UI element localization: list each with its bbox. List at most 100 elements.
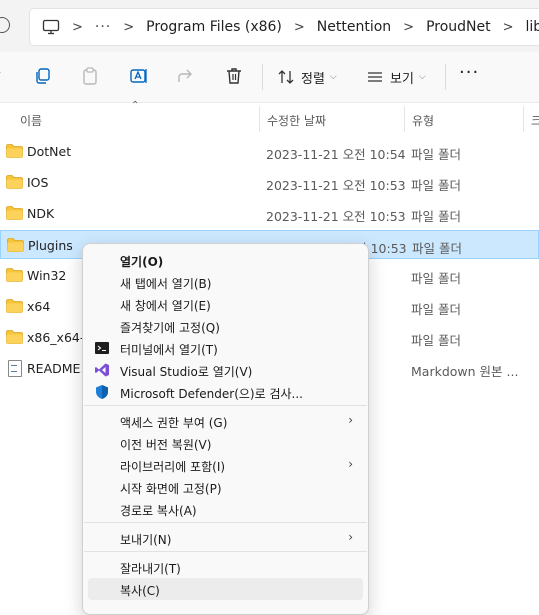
- folder-icon: [7, 238, 24, 252]
- breadcrumb-item[interactable]: Program Files (x86): [146, 19, 282, 35]
- terminal-icon: [95, 342, 109, 354]
- column-divider[interactable]: [404, 106, 405, 132]
- chevron-right-icon[interactable]: >: [123, 20, 134, 35]
- breadcrumb-item[interactable]: Nettention: [317, 19, 391, 35]
- visual-studio-icon: [95, 363, 109, 377]
- context-menu-item[interactable]: 열기(O): [88, 249, 363, 271]
- context-menu-item-label: 즐겨찾기에 고정(Q): [120, 321, 220, 335]
- context-menu-item[interactable]: 복사(C): [88, 578, 363, 600]
- chevron-right-icon[interactable]: >: [503, 20, 514, 35]
- delete-icon[interactable]: [224, 66, 246, 88]
- context-menu-item[interactable]: Visual Studio로 열기(V): [88, 359, 363, 381]
- context-menu-item[interactable]: 시작 화면에 고정(P): [88, 476, 363, 498]
- copy-icon[interactable]: [33, 66, 55, 88]
- file-type: Markdown 원본 ...: [411, 364, 519, 379]
- submenu-arrow-icon: ›: [348, 530, 353, 544]
- menu-separator: [84, 405, 367, 406]
- file-name: NDK: [27, 206, 55, 221]
- file-type: 파일 폴더: [411, 333, 461, 348]
- context-menu-item[interactable]: 잘라내기(T): [88, 556, 363, 578]
- submenu-arrow-icon: ›: [348, 457, 353, 471]
- rename-icon[interactable]: [129, 66, 151, 88]
- context-menu-item[interactable]: 경로로 복사(A): [88, 498, 363, 520]
- markdown-file-icon: [8, 360, 22, 377]
- toolbar-divider: [445, 64, 446, 90]
- chevron-right-icon[interactable]: >: [72, 20, 83, 35]
- breadcrumb-overflow[interactable]: ···: [95, 19, 111, 35]
- view-list-icon: [368, 72, 382, 82]
- toolbar-divider: [262, 64, 263, 90]
- title-area: > ··· > Program Files (x86) > Nettention…: [0, 0, 539, 52]
- file-type: 파일 폴더: [411, 302, 461, 317]
- file-row[interactable]: IOS 2023-11-21 오전 10:53 파일 폴더: [0, 168, 539, 197]
- defender-shield-icon: [96, 385, 108, 399]
- context-menu-item-label: 보내기(N): [120, 533, 172, 547]
- new-icon[interactable]: [0, 66, 10, 88]
- folder-icon: [6, 144, 23, 158]
- chevron-down-icon: ⌵: [329, 72, 337, 82]
- file-modified: 2023-11-21 오전 10:53: [266, 209, 406, 224]
- context-menu-item-label: 시작 화면에 고정(P): [120, 482, 222, 496]
- more-options-button[interactable]: ···: [459, 62, 479, 83]
- context-menu-item[interactable]: 액세스 권한 부여 (G) ›: [88, 410, 363, 432]
- sort-label: 정렬: [301, 71, 325, 87]
- breadcrumb-item[interactable]: ProudNet: [426, 19, 491, 35]
- context-menu: 열기(O) 새 탭에서 열기(B) 새 창에서 열기(E) 즐겨찾기에 고정(Q) 터미…: [82, 243, 369, 615]
- file-modified: 2023-11-21 오전 10:53: [266, 178, 406, 193]
- chevron-down-icon: ⌵: [418, 72, 426, 82]
- context-menu-item[interactable]: 터미널에서 열기(T): [88, 337, 363, 359]
- file-name: Win32: [27, 268, 67, 283]
- chevron-right-icon[interactable]: >: [294, 20, 305, 35]
- context-menu-item-label: 이전 버전 복원(V): [120, 438, 212, 452]
- column-header-name[interactable]: 이름: [20, 112, 42, 129]
- refresh-icon[interactable]: [0, 17, 10, 33]
- context-menu-item[interactable]: Microsoft Defender(으)로 검사...: [88, 381, 363, 403]
- file-type: 파일 폴더: [411, 147, 461, 162]
- paste-icon[interactable]: [80, 66, 102, 88]
- context-menu-item[interactable]: 새 탭에서 열기(B): [88, 271, 363, 293]
- context-menu-item-label: 잘라내기(T): [120, 562, 181, 576]
- column-header-type[interactable]: 유형: [412, 112, 434, 129]
- context-menu-item-label: 경로로 복사(A): [120, 504, 197, 518]
- file-row[interactable]: DotNet 2023-11-21 오전 10:54 파일 폴더: [0, 137, 539, 166]
- view-label: 보기: [390, 71, 414, 87]
- file-type: 파일 폴더: [411, 271, 461, 286]
- file-name: x64: [27, 299, 51, 314]
- file-type: 파일 폴더: [412, 241, 462, 256]
- sort-button[interactable]: 정렬 ⌵: [277, 66, 337, 88]
- context-menu-item-label: Visual Studio로 열기(V): [120, 365, 253, 379]
- context-menu-item[interactable]: 보내기(N) ›: [88, 527, 363, 549]
- context-menu-item[interactable]: 즐겨찾기에 고정(Q): [88, 315, 363, 337]
- file-modified: 2023-11-21 오전 10:54: [266, 147, 406, 162]
- context-menu-item-label: 라이브러리에 포함(I): [120, 460, 226, 474]
- context-menu-item[interactable]: 이전 버전 복원(V): [88, 432, 363, 454]
- context-menu-item[interactable]: 새 창에서 열기(E): [88, 293, 363, 315]
- column-header-modified[interactable]: 수정한 날짜: [267, 112, 326, 129]
- column-header-size[interactable]: 크: [531, 112, 539, 129]
- file-type: 파일 폴더: [411, 178, 461, 193]
- breadcrumb-item[interactable]: lib: [526, 19, 539, 35]
- menu-separator: [84, 522, 367, 523]
- folder-icon: [6, 330, 23, 344]
- address-bar[interactable]: > ··· > Program Files (x86) > Nettention…: [29, 8, 539, 46]
- folder-icon: [6, 299, 23, 313]
- submenu-arrow-icon: ›: [348, 413, 353, 427]
- context-menu-item-label: 새 창에서 열기(E): [120, 299, 211, 313]
- column-header-row: 이름 수정한 날짜 유형 크: [0, 106, 539, 132]
- context-menu-item-label: 새 탭에서 열기(B): [120, 277, 212, 291]
- share-icon[interactable]: [176, 66, 198, 88]
- folder-icon: [6, 206, 23, 220]
- file-row[interactable]: NDK 2023-11-21 오전 10:53 파일 폴더: [0, 199, 539, 228]
- column-divider[interactable]: [523, 106, 524, 132]
- folder-icon: [6, 175, 23, 189]
- column-divider[interactable]: [259, 106, 260, 132]
- context-menu-item-label: 복사(C): [120, 584, 160, 598]
- computer-icon[interactable]: [42, 18, 60, 36]
- context-menu-item[interactable]: 라이브러리에 포함(I) ›: [88, 454, 363, 476]
- view-button[interactable]: 보기 ⌵: [366, 66, 426, 88]
- context-menu-item-label: Microsoft Defender(으)로 검사...: [120, 387, 303, 401]
- file-name: README.r: [27, 361, 90, 376]
- chevron-right-icon[interactable]: >: [403, 20, 414, 35]
- context-menu-item-label: 열기(O): [120, 255, 164, 269]
- file-name: IOS: [27, 175, 49, 190]
